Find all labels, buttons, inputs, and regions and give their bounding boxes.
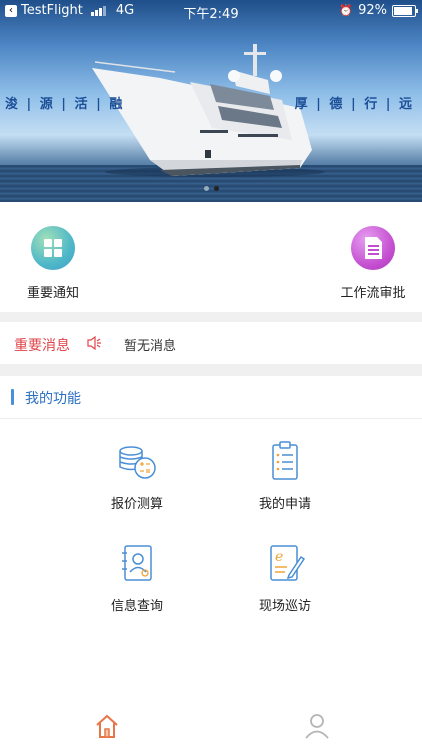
functions-header: 我的功能 <box>0 376 422 419</box>
coins-calculator-icon <box>119 446 156 479</box>
svg-text:e: e <box>275 549 283 565</box>
grid-icon <box>31 226 75 270</box>
battery-percent: 92% <box>358 3 387 18</box>
alarm-icon: ⏰ <box>339 4 354 17</box>
quick-entry-notice[interactable]: 重要通知 <box>0 226 108 301</box>
quick-entry-label: 工作流审批 <box>340 286 406 301</box>
notebook-pen-icon: e <box>270 545 306 581</box>
slogan-right: 厚 | 德 | 行 | 远 <box>294 97 414 112</box>
carousel-dots <box>0 186 422 191</box>
notice-bar[interactable]: 重要消息 暂无消息 <box>0 322 422 364</box>
function-label: 我的申请 <box>258 497 311 512</box>
tab-bar <box>0 700 422 750</box>
quick-entry-workflow[interactable]: 工作流审批 <box>318 226 422 301</box>
contact-book-icon <box>122 545 152 581</box>
function-label: 信息查询 <box>110 599 163 614</box>
speaker-icon <box>87 336 101 350</box>
home-icon[interactable] <box>92 712 122 740</box>
carousel-dot-active[interactable] <box>213 186 219 191</box>
notice-title: 重要消息 <box>14 338 70 354</box>
document-icon <box>351 226 395 270</box>
user-icon[interactable] <box>302 712 332 740</box>
slogan-left: 浚 | 源 | 活 | 融 <box>5 97 125 112</box>
banner-carousel[interactable]: ‹ TestFlight 4G 下午2:49 ⏰ 92% 浚 | 源 | 活 |… <box>0 0 422 202</box>
functions-title: 我的功能 <box>25 391 81 407</box>
quick-entry-label: 重要通知 <box>26 286 79 301</box>
function-my-application[interactable]: 我的申请 <box>230 439 340 512</box>
function-info-query[interactable]: 信息查询 <box>82 541 192 614</box>
section-divider <box>0 312 422 322</box>
section-marker <box>11 389 14 405</box>
battery-icon <box>392 4 418 17</box>
quick-entry-panel: 重要通知 工作流审批 <box>0 202 422 312</box>
clipboard-icon <box>272 441 298 480</box>
section-divider <box>0 364 422 376</box>
status-bar: ‹ TestFlight 4G 下午2:49 ⏰ 92% <box>0 0 422 22</box>
function-label: 报价测算 <box>110 497 163 512</box>
function-label: 现场巡访 <box>258 599 311 614</box>
functions-grid: 报价测算 我的申请 信息查询 e 现场巡访 <box>0 419 422 699</box>
notice-text: 暂无消息 <box>124 339 177 354</box>
carousel-dot[interactable] <box>203 186 209 191</box>
function-quote-calc[interactable]: 报价测算 <box>82 439 192 512</box>
function-site-visit[interactable]: e 现场巡访 <box>230 541 340 614</box>
